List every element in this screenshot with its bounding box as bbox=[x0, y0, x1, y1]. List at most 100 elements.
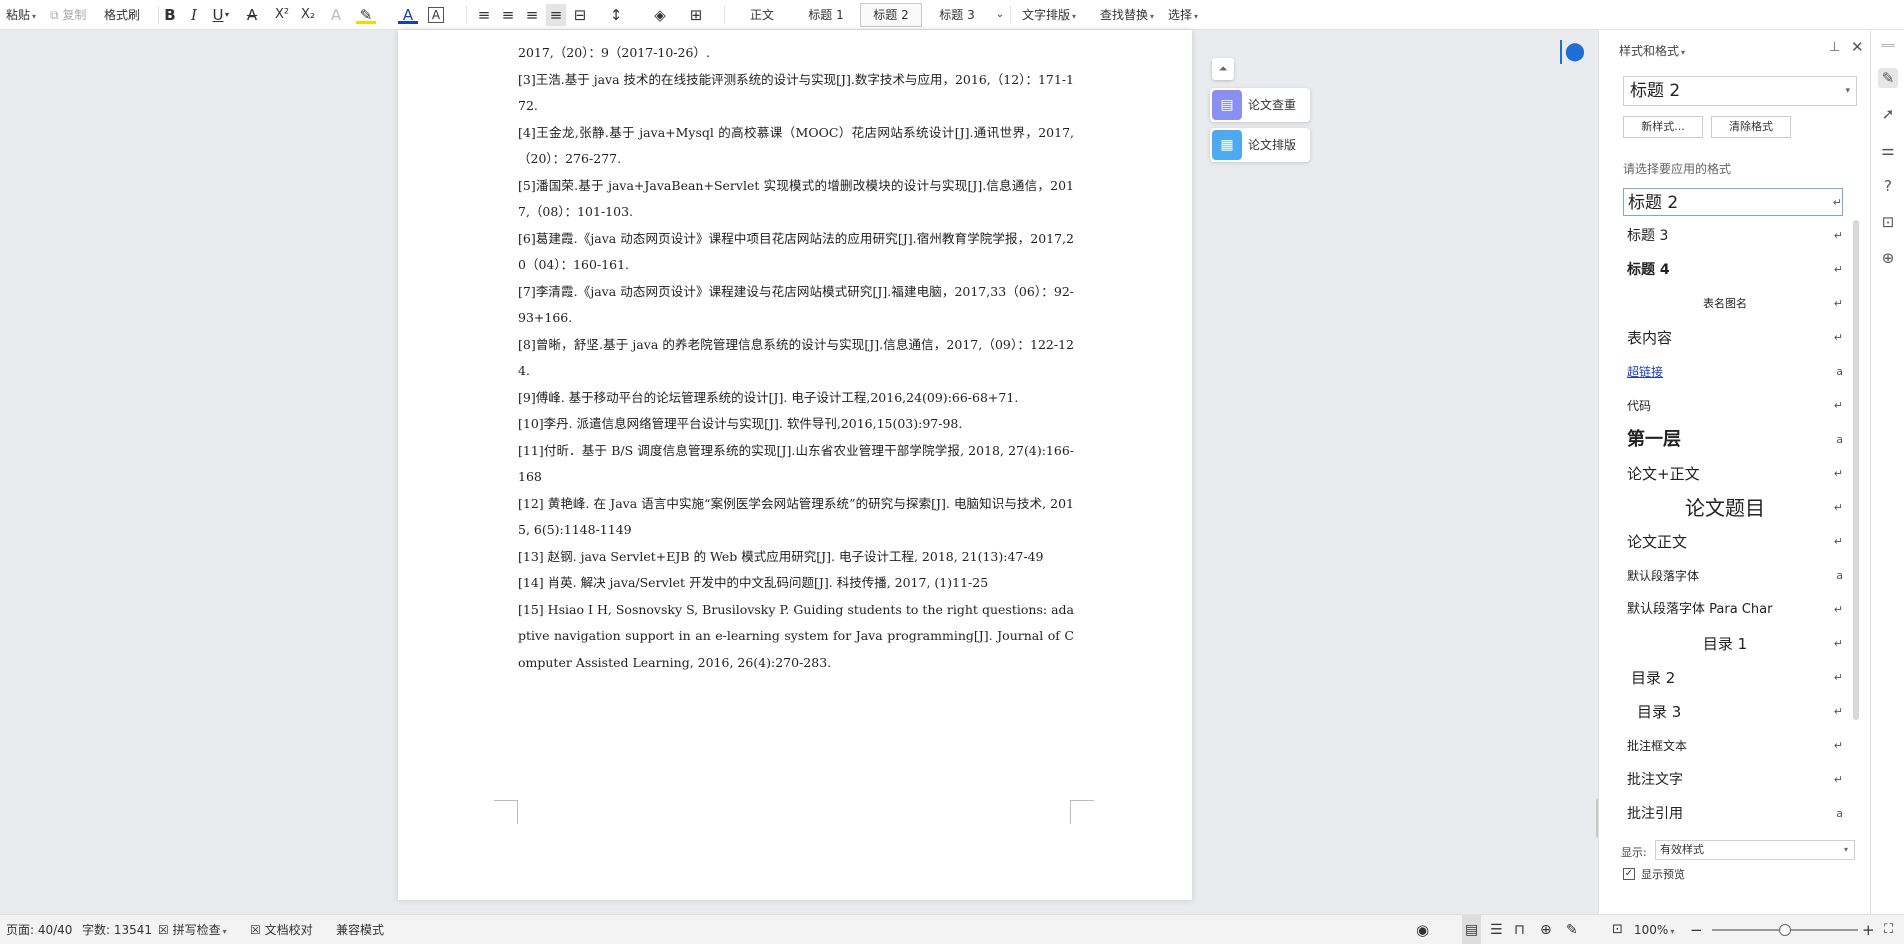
reference-item[interactable]: 2017,（20）：9（2017-10-26）. bbox=[518, 40, 1074, 67]
pin-icon[interactable]: ⊥ bbox=[1829, 40, 1840, 55]
style-item[interactable]: 表名图名 ↵ bbox=[1623, 290, 1843, 318]
highlight-icon[interactable]: ✎ bbox=[356, 4, 376, 24]
new-style-button[interactable]: 新样式... bbox=[1623, 116, 1703, 138]
text-layout-menu[interactable]: 文字排版 ▾ bbox=[1022, 4, 1076, 26]
style-item[interactable]: 论文+正文 ↵ bbox=[1623, 460, 1843, 488]
page-count[interactable]: 页面: 40/40 bbox=[6, 915, 72, 944]
style-item[interactable]: 批注文字 ↵ bbox=[1623, 766, 1843, 794]
reference-item[interactable]: [13] 赵钢. java Servlet+EJB 的 Web 模式应用研究[J… bbox=[518, 544, 1074, 571]
format-painter-button[interactable]: 格式刷 bbox=[104, 4, 140, 26]
zoom-slider-knob[interactable] bbox=[1779, 924, 1791, 936]
zoom-out-icon[interactable]: − bbox=[1690, 915, 1703, 944]
style-item[interactable]: 论文题目 ↵ bbox=[1623, 494, 1843, 522]
reference-item[interactable]: [7]李清霞.《java 动态网页设计》课程建设与花店网站模式研究[J].福建电… bbox=[518, 279, 1074, 332]
annotate-icon[interactable]: ✎ bbox=[1566, 915, 1578, 944]
page-view-icon[interactable]: ▤ bbox=[1462, 915, 1482, 944]
help-icon[interactable]: ? bbox=[1878, 176, 1898, 196]
close-icon[interactable]: ✕ bbox=[1851, 38, 1864, 56]
style-item[interactable]: 标题 4 ↵ bbox=[1623, 256, 1843, 284]
paper-layout-button[interactable]: ▦ 论文排版 bbox=[1210, 128, 1310, 162]
align-right-icon[interactable]: ≡ bbox=[522, 4, 542, 26]
style-item[interactable]: 标题 2 ↵ bbox=[1623, 188, 1843, 216]
copy-button[interactable]: ⧉ 复制 bbox=[50, 4, 86, 26]
select-menu[interactable]: 选择 ▾ bbox=[1168, 4, 1198, 26]
text-effect-icon[interactable]: A bbox=[326, 4, 346, 26]
superscript-icon[interactable]: X² bbox=[272, 4, 292, 26]
style-gallery-expand-icon[interactable]: ⌄ bbox=[990, 4, 1010, 26]
zoom-in-icon[interactable]: + bbox=[1862, 915, 1875, 944]
outline-view-icon[interactable]: ☰ bbox=[1490, 915, 1503, 944]
eye-protect-icon[interactable]: ◉ bbox=[1416, 915, 1429, 944]
style-item[interactable]: 目录 1 ↵ bbox=[1623, 630, 1843, 658]
shading-icon[interactable]: ◈ bbox=[650, 4, 670, 26]
reading-view-icon[interactable]: ⊓ bbox=[1514, 915, 1525, 944]
adjust-sliders-icon[interactable]: ⚌ bbox=[1878, 140, 1898, 160]
style-list-scrollbar[interactable] bbox=[1853, 220, 1859, 720]
word-count[interactable]: 字数: 13541 bbox=[82, 915, 152, 944]
zoom-level[interactable]: 100% ▾ bbox=[1634, 915, 1674, 944]
border-icon[interactable]: ⊞ bbox=[686, 4, 706, 26]
style-heading-1[interactable]: 标题 1 bbox=[796, 3, 856, 27]
reference-item[interactable]: [12] 黄艳峰. 在 Java 语言中实施“案例医学会网站管理系统”的研究与探… bbox=[518, 491, 1074, 544]
style-normal[interactable]: 正文 bbox=[732, 3, 792, 27]
fit-page-icon[interactable]: ⊡ bbox=[1612, 915, 1623, 944]
style-item[interactable]: 目录 2 ↵ bbox=[1623, 664, 1843, 692]
font-color-icon[interactable]: A bbox=[398, 4, 418, 24]
chevron-down-icon[interactable]: ▾ bbox=[222, 4, 232, 26]
reference-item[interactable]: [4]王金龙,张静.基于 java+Mysql 的高校慕课（MOOC）花店网站系… bbox=[518, 120, 1074, 173]
web-view-icon[interactable]: ⊕ bbox=[1540, 915, 1552, 944]
doc-proof-button[interactable]: ☒ 文档校对 bbox=[250, 915, 313, 944]
share-icon[interactable]: ⊕ bbox=[1878, 248, 1898, 268]
current-style-select[interactable]: 标题 2 ▾ bbox=[1623, 76, 1857, 106]
style-pen-icon[interactable]: ✎ bbox=[1878, 68, 1898, 88]
reference-item[interactable]: [5]潘国荣.基于 java+JavaBean+Servlet 实现模式的增删改… bbox=[518, 173, 1074, 226]
zoom-slider[interactable] bbox=[1712, 924, 1858, 936]
paper-check-button[interactable]: ▤ 论文查重 bbox=[1210, 88, 1310, 122]
style-item[interactable]: 论文正文 ↵ bbox=[1623, 528, 1843, 556]
fullscreen-icon[interactable]: ⛶ bbox=[1884, 915, 1893, 944]
style-heading-2[interactable]: 标题 2 bbox=[860, 3, 922, 27]
reference-item[interactable]: [3]王浩.基于 java 技术的在线技能评测系统的设计与实现[J].数字技术与… bbox=[518, 67, 1074, 120]
align-left-icon[interactable]: ≡ bbox=[474, 4, 494, 26]
find-replace-menu[interactable]: 查找替换 ▾ bbox=[1100, 4, 1154, 26]
bold-icon[interactable]: B bbox=[160, 4, 180, 26]
reference-item[interactable]: [8]曾晰，舒坚.基于 java 的养老院管理信息系统的设计与实现[J].信息通… bbox=[518, 332, 1074, 385]
location-pin-icon[interactable]: ⬤ bbox=[1564, 40, 1586, 64]
reference-item[interactable]: [10]李丹. 派遣信息网络管理平台设计与实现[J]. 软件导刊,2016,15… bbox=[518, 411, 1074, 438]
collapse-up-icon[interactable]: ⏶ bbox=[1212, 58, 1234, 80]
char-border-icon[interactable]: A bbox=[428, 7, 444, 23]
panel-title[interactable]: 样式和格式 ▾ bbox=[1619, 42, 1685, 59]
drag-handle-icon[interactable] bbox=[1881, 44, 1895, 47]
subscript-icon[interactable]: X₂ bbox=[298, 4, 318, 26]
style-item[interactable]: 代码 ↵ bbox=[1623, 392, 1843, 420]
style-item[interactable]: 标题 3 ↵ bbox=[1623, 222, 1843, 250]
distributed-icon[interactable]: ⊟ bbox=[570, 4, 590, 26]
line-spacing-icon[interactable]: ↕ bbox=[606, 4, 626, 26]
style-item[interactable]: 第一层 a bbox=[1623, 426, 1843, 454]
style-item[interactable]: 默认段落字体 Para Char ↵ bbox=[1623, 596, 1843, 624]
preview-checkbox[interactable]: ✓ bbox=[1623, 868, 1635, 880]
style-heading-3[interactable]: 标题 3 bbox=[926, 3, 988, 27]
reference-list[interactable]: 2017,（20）：9（2017-10-26）. [3]王浩.基于 java 技术… bbox=[518, 40, 1074, 676]
strikethrough-icon[interactable]: A bbox=[242, 4, 262, 26]
reference-item[interactable]: [6]葛建霞.《java 动态网页设计》课程中项目花店网站法的应用研究[J].宿… bbox=[518, 226, 1074, 279]
style-item[interactable]: 目录 3 ↵ bbox=[1623, 698, 1843, 726]
document-page[interactable]: 2017,（20）：9（2017-10-26）. [3]王浩.基于 java 技术… bbox=[398, 30, 1192, 900]
style-item[interactable]: 表内容 ↵ bbox=[1623, 324, 1843, 352]
style-item[interactable]: 批注引用 a bbox=[1623, 800, 1843, 828]
reference-item[interactable]: [14] 肖英. 解决 java/Servlet 开发中的中文乱码问题[J]. … bbox=[518, 570, 1074, 597]
clear-format-button[interactable]: 清除格式 bbox=[1711, 116, 1791, 138]
backup-icon[interactable]: ⊡ bbox=[1878, 212, 1898, 232]
align-center-icon[interactable]: ≡ bbox=[498, 4, 518, 26]
style-item[interactable]: 超链接 a bbox=[1623, 358, 1843, 386]
reference-item[interactable]: [15] Hsiao I H, Sosnovsky S, Brusilovsky… bbox=[518, 597, 1074, 677]
reference-item[interactable]: [11]付昕．基于 B/S 调度信息管理系统的实现[J].山东省农业管理干部学院… bbox=[518, 438, 1074, 491]
select-cursor-icon[interactable]: ➚ bbox=[1878, 104, 1898, 124]
paste-button[interactable]: 粘贴 ▾ bbox=[6, 4, 36, 26]
show-filter-select[interactable]: 有效样式 ▾ bbox=[1655, 840, 1855, 860]
italic-icon[interactable]: I bbox=[184, 4, 204, 26]
reference-item[interactable]: [9]傅峰. 基于移动平台的论坛管理系统的设计[J]. 电子设计工程,2016,… bbox=[518, 385, 1074, 412]
style-item[interactable]: 批注框文本 ↵ bbox=[1623, 732, 1843, 760]
spell-check-button[interactable]: ☒ 拼写检查 ▾ bbox=[158, 915, 227, 944]
style-item[interactable]: 默认段落字体 a bbox=[1623, 562, 1843, 590]
